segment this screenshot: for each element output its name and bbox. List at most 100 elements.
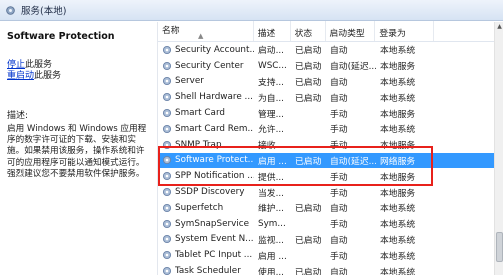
- service-gear-icon: [162, 156, 172, 165]
- stop-service-line: 停止此服务: [7, 60, 150, 71]
- table-row[interactable]: Smart Card 管理... 手动 本地服务: [158, 105, 494, 121]
- cell-status: 已启动: [295, 62, 322, 73]
- cell-name: System Event N...: [158, 234, 254, 244]
- cell-name: Shell Hardware ...: [158, 92, 254, 102]
- cell-name: Security Account...: [158, 45, 254, 55]
- cell-description: 使用...: [258, 267, 284, 275]
- table-row[interactable]: SymSnapService Sym... 手动 本地系统: [158, 216, 494, 232]
- cell-name: Superfetch: [158, 203, 254, 213]
- cell-startup-type: 手动: [330, 109, 348, 120]
- service-gear-icon: [162, 203, 172, 212]
- cell-description: 启动...: [258, 46, 284, 57]
- cell-name: SPP Notification ...: [158, 171, 254, 181]
- services-table: 名称 ▲ 描述 状态 启动类型 登录为 Security Account... 启…: [157, 21, 494, 275]
- cell-status: 已启动: [295, 204, 322, 215]
- cell-description: 监视...: [258, 235, 284, 246]
- cell-startup-type: 手动: [330, 125, 348, 136]
- cell-status: 已启动: [295, 235, 322, 246]
- service-gear-icon: [162, 109, 172, 118]
- table-row[interactable]: Shell Hardware ... 为自... 已启动 自动 本地系统: [158, 89, 494, 105]
- service-gear-icon: [162, 219, 172, 228]
- cell-description: 启用 ...: [258, 156, 287, 167]
- cell-status: 已启动: [295, 267, 322, 275]
- cell-description: 允许...: [258, 125, 284, 136]
- cell-logon-as: 本地系统: [380, 204, 416, 215]
- service-title: Software Protection: [7, 31, 115, 42]
- cell-logon-as: 本地服务: [380, 109, 416, 120]
- table-row[interactable]: Smart Card Rem... 允许... 手动 本地系统: [158, 121, 494, 137]
- table-row[interactable]: Server 支持... 已启动 自动 本地系统: [158, 74, 494, 90]
- cell-startup-type: 自动(延迟...: [330, 156, 376, 167]
- cell-logon-as: 本地系统: [380, 251, 416, 262]
- service-gear-icon: [162, 172, 172, 181]
- cell-description: Sym...: [258, 218, 286, 229]
- cell-startup-type: 自动: [330, 77, 348, 88]
- column-header-name[interactable]: 名称 ▲: [158, 21, 254, 41]
- service-detail-pane: Software Protection 停止此服务 重启动此服务 描述: 启用 …: [0, 22, 156, 275]
- service-gear-icon: [162, 93, 172, 102]
- table-row[interactable]: Superfetch 维护... 已启动 自动 本地系统: [158, 200, 494, 216]
- cell-description: 启用 ...: [258, 251, 287, 262]
- cell-startup-type: 自动: [330, 204, 348, 215]
- cell-description: WSC...: [258, 60, 287, 71]
- cell-startup-type: 手动: [330, 141, 348, 152]
- column-header-logon-as[interactable]: 登录为: [375, 21, 435, 41]
- service-gear-icon: [162, 266, 172, 275]
- cell-logon-as: 本地系统: [380, 267, 416, 275]
- cell-startup-type: 自动: [330, 267, 348, 275]
- cell-name: Software Protect...: [158, 155, 254, 165]
- window-title: 服务(本地): [21, 6, 67, 17]
- column-header-status[interactable]: 状态: [291, 21, 326, 41]
- column-header-description[interactable]: 描述: [254, 21, 291, 41]
- cell-logon-as: 本地服务: [380, 62, 416, 73]
- service-gear-icon: [162, 77, 172, 86]
- table-row[interactable]: SSDP Discovery 当发... 手动 本地服务: [158, 184, 494, 200]
- service-gear-icon: [162, 140, 172, 149]
- service-gear-icon: [162, 45, 172, 54]
- cell-startup-type: 自动: [330, 46, 348, 57]
- table-row[interactable]: SNMP Trap 接收... 手动 本地服务: [158, 137, 494, 153]
- cell-name: Tablet PC Input ...: [158, 250, 254, 260]
- scroll-thumb[interactable]: [496, 232, 503, 262]
- cell-logon-as: 本地服务: [380, 188, 416, 199]
- table-body: Security Account... 启动... 已启动 自动 本地系统 Securit…: [158, 42, 494, 275]
- table-row[interactable]: Tablet PC Input ... 启用 ... 手动 本地系统: [158, 247, 494, 263]
- description-label: 描述:: [7, 111, 29, 121]
- title-bar: 服务(本地): [0, 0, 503, 21]
- table-row[interactable]: Security Center WSC... 已启动 自动(延迟... 本地服务: [158, 58, 494, 74]
- table-row[interactable]: SPP Notification ... 提供... 手动 本地服务: [158, 168, 494, 184]
- column-header-startup-type[interactable]: 启动类型: [326, 21, 376, 41]
- restart-service-link[interactable]: 重启动: [7, 71, 34, 81]
- cell-startup-type: 自动: [330, 93, 348, 104]
- service-gear-icon: [162, 251, 172, 260]
- cell-name: Task Scheduler: [158, 266, 254, 275]
- cell-logon-as: 本地系统: [380, 93, 416, 104]
- column-header-filler: [434, 21, 494, 41]
- cell-description: 接收...: [258, 141, 284, 152]
- description-text: 启用 Windows 和 Windows 应用程序的数字许可证的下载、安装和实施…: [7, 124, 147, 179]
- stop-service-link[interactable]: 停止: [7, 60, 25, 70]
- table-row[interactable]: Security Account... 启动... 已启动 自动 本地系统: [158, 42, 494, 58]
- scroll-up-icon[interactable]: ▲: [495, 22, 503, 32]
- cell-status: 已启动: [295, 93, 322, 104]
- service-gear-icon: [162, 61, 172, 70]
- table-row[interactable]: Task Scheduler 使用... 已启动 自动 本地系统: [158, 263, 494, 275]
- cell-logon-as: 本地系统: [380, 125, 416, 136]
- vertical-scrollbar[interactable]: ▲: [494, 22, 503, 275]
- cell-description: 支持...: [258, 77, 284, 88]
- cell-description: 管理...: [258, 109, 284, 120]
- gear-icon: [6, 5, 15, 15]
- table-row[interactable]: System Event N... 监视... 已启动 自动 本地系统: [158, 232, 494, 248]
- cell-startup-type: 手动: [330, 220, 348, 231]
- stop-suffix: 此服务: [25, 60, 53, 70]
- service-gear-icon: [162, 188, 172, 197]
- table-header: 名称 ▲ 描述 状态 启动类型 登录为: [158, 21, 494, 42]
- cell-name: SNMP Trap: [158, 140, 254, 150]
- table-row[interactable]: Software Protect... 启用 ... 已启动 自动(延迟... 网络服务: [158, 152, 494, 169]
- cell-logon-as: 本地系统: [380, 235, 416, 246]
- cell-startup-type: 手动: [330, 251, 348, 262]
- cell-logon-as: 本地系统: [380, 46, 416, 57]
- cell-name: Security Center: [158, 61, 254, 71]
- sort-ascending-icon: ▲: [198, 32, 204, 40]
- cell-logon-as: 网络服务: [380, 156, 416, 167]
